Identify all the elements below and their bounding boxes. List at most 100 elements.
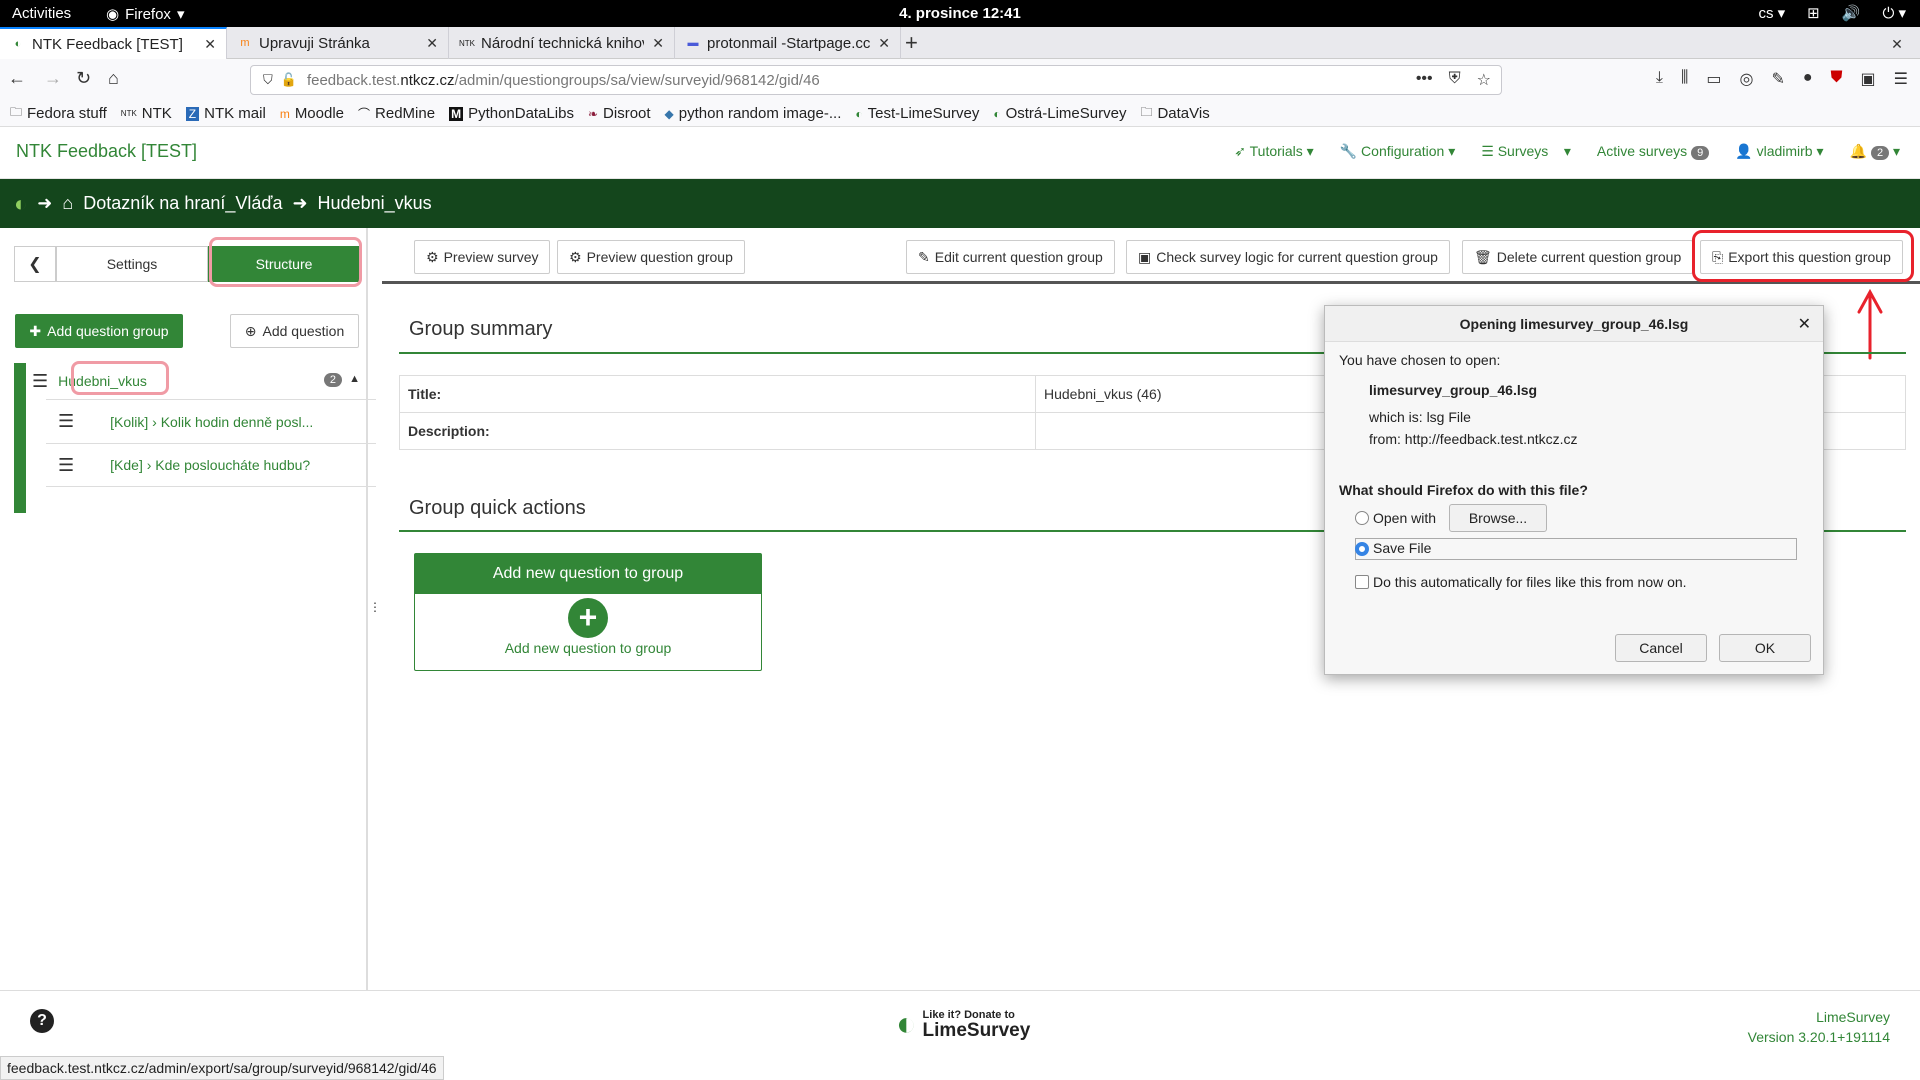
clock[interactable]: 4. prosince 12:41 (0, 5, 1920, 22)
bookmark-fedora-stuff[interactable]: 🗀 Fedora stuff (10, 103, 107, 124)
card-label[interactable]: Add new question to group (415, 640, 761, 656)
home-icon[interactable]: ⌂ (108, 68, 119, 89)
preview-survey-label: Preview survey (443, 249, 539, 265)
close-tab-icon[interactable]: ✕ (204, 36, 216, 53)
account-icon[interactable]: ◎ (1739, 69, 1753, 89)
delete-question-group-label: Delete current question group (1496, 249, 1682, 265)
drag-handle-icon[interactable]: ☰ (58, 455, 74, 476)
network-icon[interactable]: ⊞ (1807, 4, 1820, 22)
back-icon[interactable]: ← (8, 68, 26, 89)
collapse-sidebar-button[interactable]: ❮ (14, 246, 56, 282)
configuration-label: Configuration (1361, 143, 1445, 159)
close-window-icon[interactable]: ✕ (1886, 33, 1908, 55)
tutorials-menu[interactable]: ➶ Tutorials ▾ (1234, 143, 1313, 160)
cancel-button[interactable]: Cancel (1615, 634, 1707, 662)
bookmark-disroot[interactable]: ❧ Disroot (588, 105, 651, 122)
save-file-label[interactable]: Save File (1373, 540, 1431, 556)
tab-ntk-feedback[interactable]: ◐ NTK Feedback [TEST] ✕ (0, 27, 227, 59)
add-question-card[interactable]: Add new question to group + Add new ques… (414, 553, 762, 671)
notifications-menu[interactable]: 🔔 2 ▾ (1850, 143, 1900, 160)
url-bar[interactable]: ⛉ 🔓 feedback.test. ntkcz.cz /admin/quest… (250, 65, 1502, 95)
bookmark-redmine[interactable]: ⌒ RedMine (358, 105, 435, 122)
edit-question-group-button[interactable]: ✎ Edit current question group (906, 240, 1115, 274)
version-info[interactable]: LimeSurvey Version 3.20.1+191114 (1748, 1007, 1890, 1047)
bookmark-python-random[interactable]: ◆ python random image-... (665, 105, 842, 122)
tab-upravuji[interactable]: m Upravuji Stránka ✕ (227, 27, 449, 59)
preview-survey-button[interactable]: ⚙ Preview survey (414, 240, 551, 274)
check-survey-logic-button[interactable]: ▣ Check survey logic for current question… (1126, 240, 1450, 274)
caret-up-icon[interactable]: ▲ (349, 373, 360, 385)
delete-question-group-button[interactable]: 🗑 Delete current question group (1462, 240, 1694, 274)
bookmark-moodle[interactable]: m Moodle (280, 105, 344, 122)
add-question-button[interactable]: ⊕ Add question (230, 314, 359, 348)
surveys-menu[interactable]: ☰ Surveys ▾ (1481, 143, 1571, 160)
tab-protonmail[interactable]: ▬ protonmail -Startpage.cc ✕ (675, 27, 901, 59)
list-item[interactable]: ☰ [Kde] › Kde posloucháte hudbu? (46, 443, 376, 487)
power-icon[interactable]: ⏻ ▾ (1882, 4, 1906, 22)
help-icon[interactable]: ? (30, 1009, 54, 1033)
product-name: LimeSurvey (1816, 1009, 1890, 1025)
resize-handle[interactable]: ⋮ (369, 600, 381, 614)
sidebar-icon[interactable]: ▭ (1706, 69, 1721, 89)
library-icon[interactable]: ⫼ (1681, 69, 1688, 89)
plus-circle-icon[interactable]: + (568, 598, 608, 638)
bookmark-ntk-mail[interactable]: Z NTK mail (185, 105, 266, 122)
save-file-radio[interactable] (1355, 542, 1369, 556)
list-item[interactable]: ☰ [Kolik] › Kolik hodin denně posl... (46, 399, 376, 443)
extension-icon[interactable]: ✎ (1771, 69, 1784, 89)
preview-question-group-button[interactable]: ⚙ Preview question group (557, 240, 745, 274)
limesurvey-favicon-icon: ◐ (14, 38, 22, 50)
ublock-icon[interactable]: ⛊ (1831, 69, 1843, 89)
shield-icon[interactable]: ⛉ (263, 72, 273, 88)
bookmark-label: NTK mail (204, 105, 266, 122)
bookmark-test-limesurvey[interactable]: ◐ Test-LimeSurvey (855, 105, 979, 122)
drag-handle-icon[interactable]: ☰ (32, 371, 48, 392)
insecure-lock-icon[interactable]: 🔓 (281, 72, 297, 88)
bookmark-ostra-limesurvey[interactable]: ◐ Ostrá-LimeSurvey (993, 105, 1126, 122)
forward-icon[interactable]: → (44, 68, 62, 89)
open-with-radio[interactable] (1355, 511, 1369, 525)
user-menu[interactable]: 👤 vladimirb ▾ (1735, 143, 1823, 160)
system-tray[interactable]: cs ▾ ⊞ 🔊 ⏻ ▾ (1758, 4, 1906, 22)
close-tab-icon[interactable]: ✕ (878, 35, 890, 52)
breadcrumb-survey[interactable]: Dotazník na hraní_Vláďa (83, 193, 282, 214)
language-indicator[interactable]: cs ▾ (1758, 4, 1785, 22)
extension-box-icon[interactable]: ▣ (1861, 69, 1876, 89)
open-with-label[interactable]: Open with (1373, 510, 1436, 526)
auto-action-label[interactable]: Do this automatically for files like thi… (1373, 574, 1687, 590)
breadcrumb-group[interactable]: Hudebni_vkus (318, 193, 432, 214)
limesurvey-logo-icon[interactable]: ◐ (14, 191, 27, 217)
redmine-icon: ⌒ (358, 107, 371, 121)
active-surveys-link[interactable]: Active surveys 9 (1597, 143, 1710, 160)
version-text: Version 3.20.1+191114 (1747, 1029, 1890, 1045)
extension-dark-icon[interactable]: ● (1803, 69, 1813, 89)
pocket-icon[interactable]: ⛨ (1449, 70, 1461, 90)
arrow-right-icon: ➜ (37, 193, 53, 213)
tab-ntk-library[interactable]: NTK Národní technická knihov ✕ (449, 27, 675, 59)
configuration-menu[interactable]: 🔧 Configuration ▾ (1340, 143, 1456, 160)
browse-button[interactable]: Browse... (1449, 504, 1547, 532)
close-icon[interactable]: ✕ (1798, 314, 1811, 334)
ok-button[interactable]: OK (1719, 634, 1811, 662)
close-tab-icon[interactable]: ✕ (652, 35, 664, 52)
drag-handle-icon[interactable]: ☰ (58, 411, 74, 432)
more-actions-icon[interactable]: ••• (1416, 70, 1433, 90)
reload-icon[interactable]: ↻ (76, 68, 91, 89)
volume-icon[interactable]: 🔊 (1842, 4, 1861, 22)
downloads-icon[interactable]: ⤓ (1656, 69, 1663, 89)
bookmark-star-icon[interactable]: ☆ (1477, 70, 1491, 90)
donate-limesurvey-link[interactable]: ◐ Like it? Donate to LimeSurvey (896, 1005, 1030, 1044)
bookmark-datavis[interactable]: 🗀 DataVis (1140, 103, 1209, 124)
brand-link[interactable]: NTK Feedback [TEST] (16, 141, 197, 162)
new-tab-button[interactable]: + (905, 30, 918, 56)
add-question-group-button[interactable]: ✚ Add question group (15, 314, 183, 348)
limesurvey-logo-icon: ◐ (896, 1005, 917, 1043)
bookmark-pythondatalibs[interactable]: M PythonDataLibs (449, 105, 574, 122)
hamburger-menu-icon[interactable]: ☰ (1894, 69, 1908, 89)
tab-settings[interactable]: Settings (56, 246, 208, 282)
bookmark-ntk[interactable]: NTK NTK (121, 105, 172, 122)
bookmark-label: Moodle (294, 105, 345, 122)
auto-action-checkbox[interactable] (1355, 575, 1369, 589)
donate-big-text: LimeSurvey (922, 1019, 1031, 1041)
close-tab-icon[interactable]: ✕ (426, 35, 438, 52)
